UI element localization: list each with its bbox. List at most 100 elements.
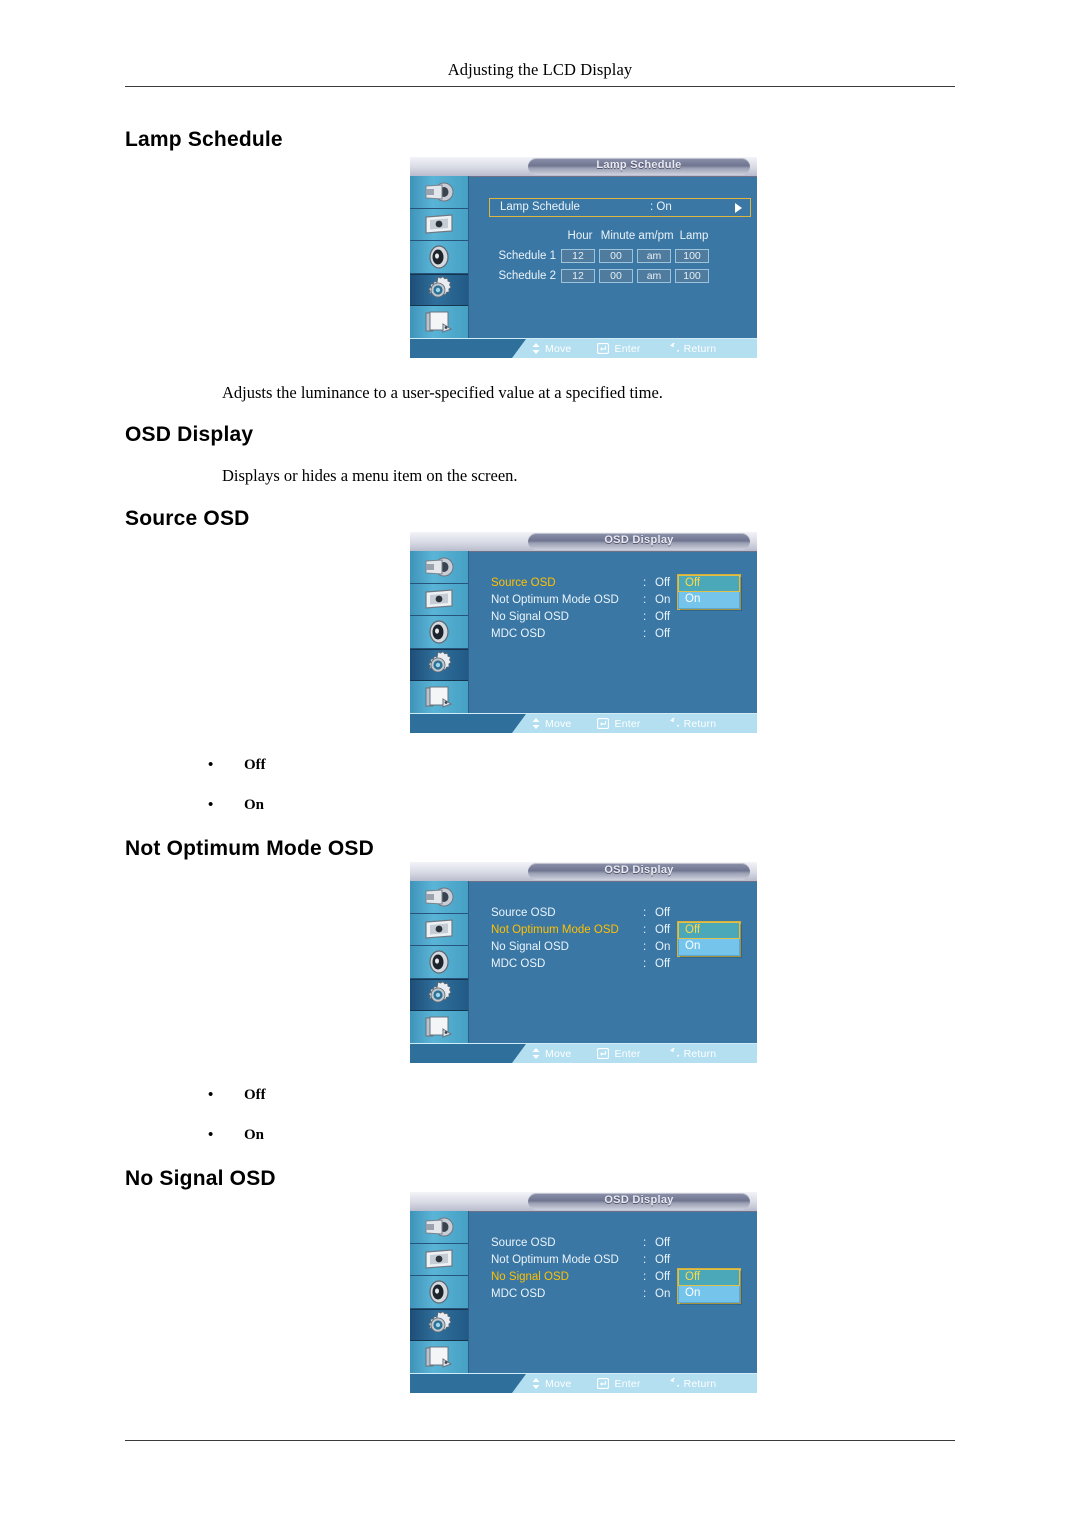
osd-row-label: Source OSD: [491, 907, 556, 919]
osd-panel-no-signal-osd: OSD Display Source OSD: Off Not Optimum…: [410, 1192, 757, 1393]
nav-move[interactable]: Move: [532, 1048, 571, 1060]
osd-content-osd-display: Source OSD: Off Not Optimum Mode OSD: Off …: [469, 881, 757, 1044]
sidebar-item-multi-control[interactable]: [410, 1341, 468, 1374]
dropdown-option-on[interactable]: On: [678, 1286, 740, 1303]
list-item: • On: [208, 1127, 265, 1143]
sidebar-item-setup[interactable]: [410, 648, 468, 682]
sidebar-item-input-source[interactable]: [410, 881, 468, 914]
input-source-icon: [425, 182, 454, 202]
move-updown-icon: [532, 1048, 540, 1059]
nav-enter[interactable]: Enter: [597, 343, 640, 355]
sidebar-item-multi-control[interactable]: [410, 681, 468, 714]
picture-display-icon: [425, 589, 453, 610]
osd-row-value: Off: [655, 628, 671, 640]
sidebar-item-multi-control[interactable]: [410, 306, 468, 339]
heading-no-signal-osd: No Signal OSD: [125, 1167, 276, 1190]
heading-source-osd: Source OSD: [125, 507, 250, 530]
dropdown-option-on[interactable]: On: [678, 592, 740, 609]
cell-schedule2-minute[interactable]: 00: [599, 269, 633, 283]
column-header-minute: Minute: [600, 230, 636, 242]
osd-row-source-osd[interactable]: Source OSD: Off: [491, 1235, 751, 1252]
sidebar-item-picture[interactable]: [410, 209, 468, 242]
nav-move[interactable]: Move: [532, 1378, 571, 1390]
nav-move[interactable]: Move: [532, 718, 571, 730]
cell-schedule1-hour[interactable]: 12: [561, 249, 595, 263]
osd-row-mdc-osd[interactable]: MDC OSD: Off: [491, 626, 751, 643]
sidebar-item-setup[interactable]: [410, 978, 468, 1012]
header-rule: [125, 86, 955, 87]
sidebar-item-picture[interactable]: [410, 584, 468, 617]
column-header-hour: Hour: [567, 230, 593, 242]
list-item-label: On: [244, 797, 265, 813]
cell-schedule1-minute[interactable]: 00: [599, 249, 633, 263]
osd-navbar-tab: [410, 1374, 526, 1393]
nav-return[interactable]: Return: [667, 1378, 717, 1390]
list-item-label: Off: [244, 757, 266, 773]
cell-schedule1-ampm[interactable]: am: [637, 249, 671, 263]
nav-move-label: Move: [545, 1047, 572, 1060]
nav-enter[interactable]: Enter: [597, 1378, 640, 1390]
nav-return[interactable]: Return: [667, 343, 717, 355]
nav-enter[interactable]: Enter: [597, 1048, 640, 1060]
osd-row-label: Not Optimum Mode OSD: [491, 924, 619, 936]
cell-schedule2-hour[interactable]: 12: [561, 269, 595, 283]
osd-row-label: MDC OSD: [491, 958, 546, 970]
chevron-right-icon[interactable]: [735, 203, 742, 213]
nav-move-label: Move: [545, 717, 572, 730]
osd-dropdown-not-optimum-mode-osd[interactable]: Off On: [677, 921, 742, 958]
sidebar-item-input-source[interactable]: [410, 1211, 468, 1244]
sidebar-item-input-source[interactable]: [410, 176, 468, 209]
sidebar-item-setup[interactable]: [410, 273, 468, 307]
osd-navbar: Move Enter Return: [410, 1373, 757, 1393]
nav-move[interactable]: Move: [532, 343, 571, 355]
sidebar-item-sound[interactable]: [410, 616, 468, 649]
dropdown-option-off[interactable]: Off: [678, 575, 740, 592]
list-item: • On: [208, 797, 265, 813]
cell-schedule1-lamp[interactable]: 100: [675, 249, 709, 263]
osd-row-mdc-osd[interactable]: MDC OSD: Off: [491, 956, 751, 973]
osd-content-osd-display: Source OSD: Off Not Optimum Mode OSD: Off …: [469, 1211, 757, 1374]
osd-row-not-optimum-mode-osd[interactable]: Not Optimum Mode OSD: Off: [491, 1252, 751, 1269]
cell-schedule2-ampm[interactable]: am: [637, 269, 671, 283]
sidebar-item-input-source[interactable]: [410, 551, 468, 584]
osd-row-value: Off: [655, 1254, 671, 1266]
column-header-ampm: am/pm: [638, 230, 674, 242]
column-header-lamp: Lamp: [679, 230, 709, 242]
osd-panel-lamp-schedule: Lamp Schedule Lamp Schedule: On Hour Mi…: [410, 157, 757, 358]
sidebar-item-multi-control[interactable]: [410, 1011, 468, 1044]
nav-enter[interactable]: Enter: [597, 718, 640, 730]
osd-navbar: Move Enter Return: [410, 338, 757, 358]
row-label-schedule-1: Schedule 1: [498, 250, 556, 262]
osd-dropdown-no-signal-osd[interactable]: Off On: [677, 1268, 742, 1305]
nav-return[interactable]: Return: [667, 1048, 717, 1060]
cell-schedule2-lamp[interactable]: 100: [675, 269, 709, 283]
heading-osd-display: OSD Display: [125, 423, 254, 446]
osd-row-colon: :: [643, 594, 647, 606]
footer-rule: [125, 1440, 955, 1441]
multi-control-pages-icon: [425, 686, 453, 708]
lamp-schedule-table: Hour Minute am/pm Lamp Schedule 1 12 00 …: [489, 226, 713, 286]
heading-not-optimum-mode-osd: Not Optimum Mode OSD: [125, 837, 374, 860]
osd-row-source-osd[interactable]: Source OSD: Off: [491, 905, 751, 922]
dropdown-option-off[interactable]: Off: [678, 1269, 740, 1286]
sidebar-item-picture[interactable]: [410, 1244, 468, 1277]
osd-row-no-signal-osd[interactable]: No Signal OSD: Off: [491, 609, 751, 626]
sound-speaker-icon: [429, 1280, 449, 1304]
sidebar-item-sound[interactable]: [410, 241, 468, 274]
sidebar-item-sound[interactable]: [410, 1276, 468, 1309]
osd-row-lamp-schedule[interactable]: Lamp Schedule : On: [489, 198, 751, 217]
osd-row-value: : On: [650, 201, 672, 213]
osd-dropdown-source-osd[interactable]: Off On: [677, 574, 742, 611]
dropdown-option-on[interactable]: On: [678, 939, 740, 956]
osd-row-value: Off: [655, 958, 671, 970]
list-item-label: On: [244, 1127, 265, 1143]
sound-speaker-icon: [429, 620, 449, 644]
osd-navbar-tab: [410, 339, 526, 358]
sidebar-item-sound[interactable]: [410, 946, 468, 979]
sidebar-item-setup[interactable]: [410, 1308, 468, 1342]
osd-title: OSD Display: [604, 1194, 674, 1206]
dropdown-option-off[interactable]: Off: [678, 922, 740, 939]
nav-return[interactable]: Return: [667, 718, 717, 730]
sidebar-item-picture[interactable]: [410, 914, 468, 947]
osd-row-value: Off: [655, 577, 671, 589]
